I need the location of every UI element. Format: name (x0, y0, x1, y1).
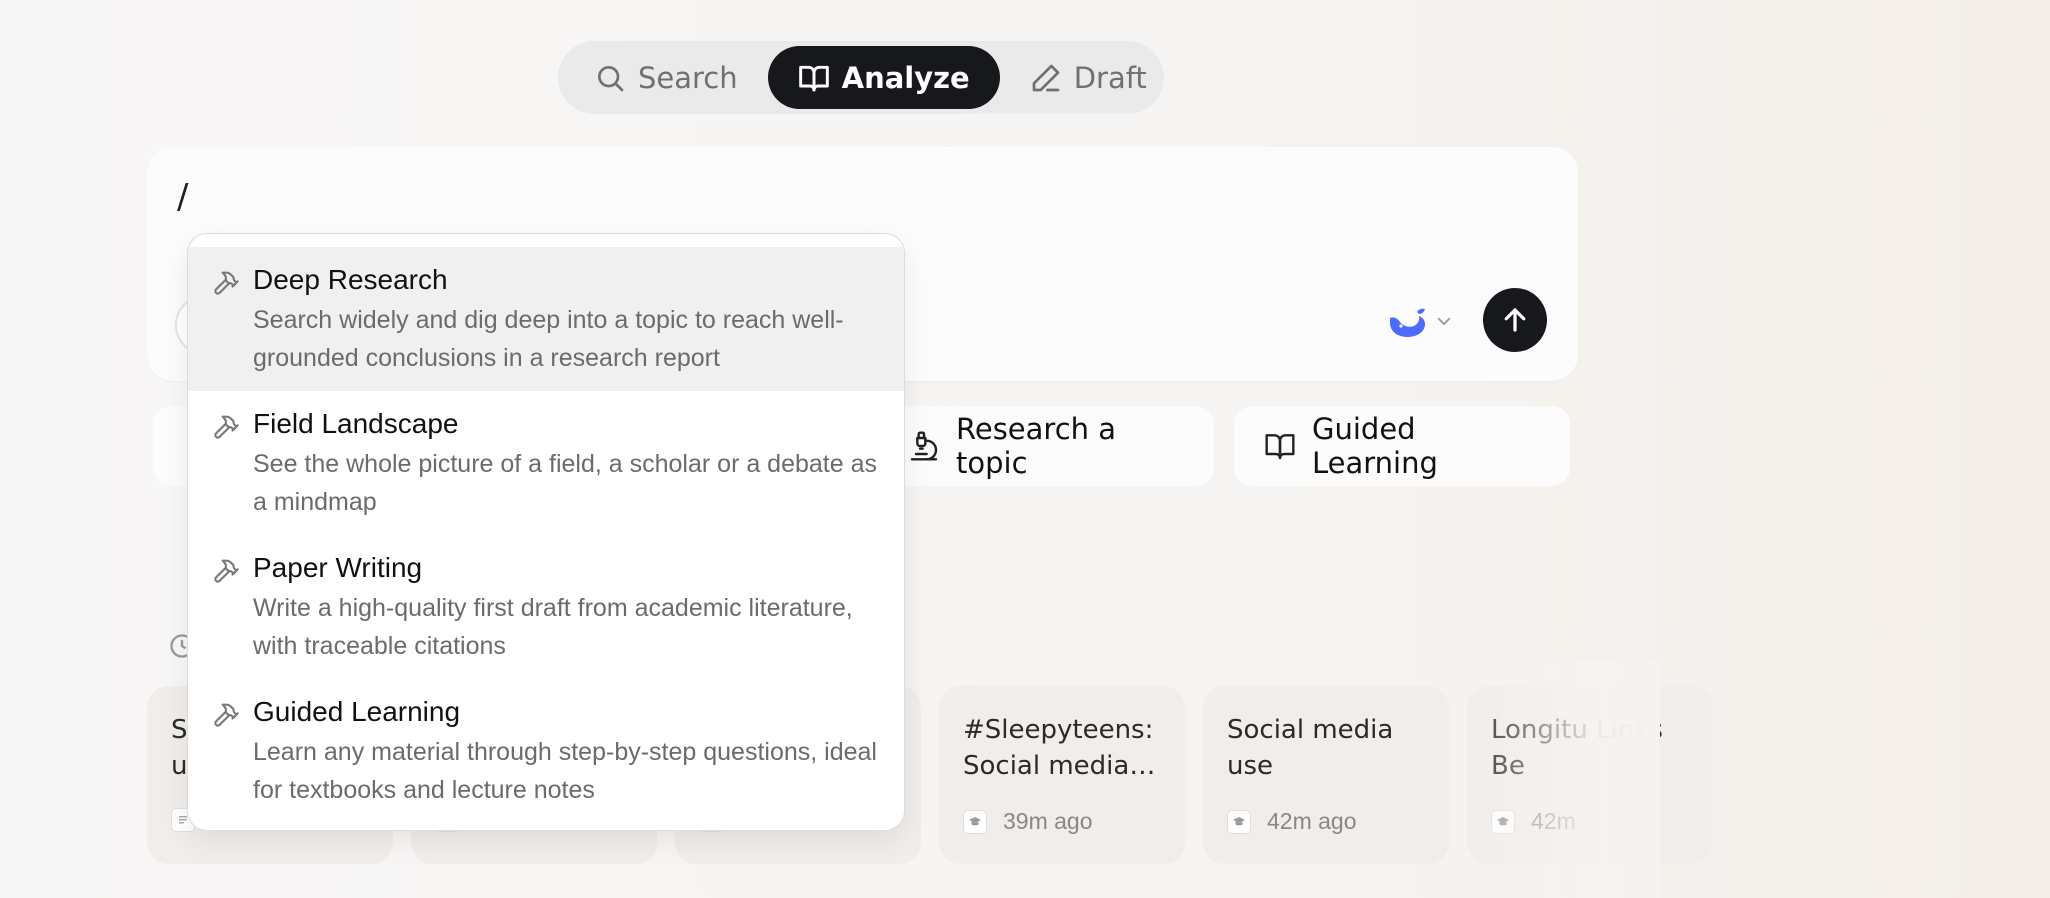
tab-analyze[interactable]: Analyze (767, 46, 1000, 109)
book-open-icon (1264, 430, 1296, 462)
arrow-up-icon (1500, 305, 1530, 335)
search-icon (594, 62, 626, 94)
tab-draft[interactable]: Draft (1000, 46, 1177, 109)
hammer-icon (212, 701, 240, 729)
send-button[interactable] (1483, 288, 1547, 352)
book-open-icon (798, 62, 830, 94)
history-card[interactable]: Social media use intensity,… 42m ago (1203, 686, 1449, 864)
tab-search-label: Search (638, 60, 738, 95)
history-meta: 42m (1491, 808, 1576, 835)
tab-analyze-label: Analyze (841, 60, 970, 95)
history-time: 39m ago (1003, 808, 1093, 834)
mode-switcher: Search Analyze Draft (558, 41, 1164, 114)
command-item-paper-writing[interactable]: Paper Writing Write a high-quality first… (188, 535, 904, 679)
command-title: Guided Learning (253, 696, 461, 727)
command-description: Write a high-quality first draft from ac… (253, 594, 853, 660)
pencil-icon (1030, 62, 1062, 94)
history-meta: 42m ago (1227, 808, 1357, 835)
history-meta: 39m ago (963, 808, 1093, 835)
graduation-cap-icon (963, 809, 987, 834)
hammer-icon (212, 269, 240, 297)
model-selector[interactable] (1387, 304, 1453, 343)
command-item-deep-research[interactable]: Deep Research Search widely and dig deep… (188, 247, 904, 391)
command-description: Search widely and dig deep into a topic … (253, 306, 844, 372)
tab-draft-label: Draft (1073, 60, 1147, 95)
graduation-cap-icon (1227, 809, 1251, 834)
tab-search[interactable]: Search (564, 46, 768, 109)
history-time: 42m ago (1267, 808, 1357, 834)
command-description: See the whole picture of a field, a scho… (253, 450, 877, 516)
graduation-cap-icon (1491, 809, 1515, 834)
quick-action-research-label: Research a topic (956, 412, 1117, 480)
chevron-down-icon (1435, 312, 1453, 335)
prompt-input[interactable]: / (177, 177, 188, 217)
history-card[interactable]: Longitu Links Be 42m (1467, 686, 1713, 864)
command-title: Paper Writing (253, 552, 423, 583)
hammer-icon (212, 413, 240, 441)
command-title: Field Landscape (253, 408, 459, 439)
history-title: Social media use intensity,… (1227, 715, 1394, 781)
history-title: #Sleepyteens: Social media… (963, 715, 1156, 781)
history-time: 42m (1531, 808, 1576, 834)
quick-action-guided-learning[interactable]: Guided Learning (1234, 406, 1570, 486)
command-title: Deep Research (253, 264, 448, 295)
microscope-icon (908, 430, 940, 462)
quick-action-guided-label: Guided Learning (1312, 412, 1438, 480)
command-item-guided-learning[interactable]: Guided Learning Learn any material throu… (188, 679, 904, 823)
hammer-icon (212, 557, 240, 585)
history-title: Longitu Links Be (1491, 715, 1663, 781)
whale-logo-icon (1387, 304, 1427, 343)
history-card[interactable]: #Sleepyteens: Social media… 39m ago (939, 686, 1185, 864)
command-item-field-landscape[interactable]: Field Landscape See the whole picture of… (188, 391, 904, 535)
command-description: Learn any material through step-by-step … (253, 738, 877, 804)
quick-action-research[interactable]: Research a topic (878, 406, 1214, 486)
command-dropdown: Deep Research Search widely and dig deep… (187, 233, 905, 831)
